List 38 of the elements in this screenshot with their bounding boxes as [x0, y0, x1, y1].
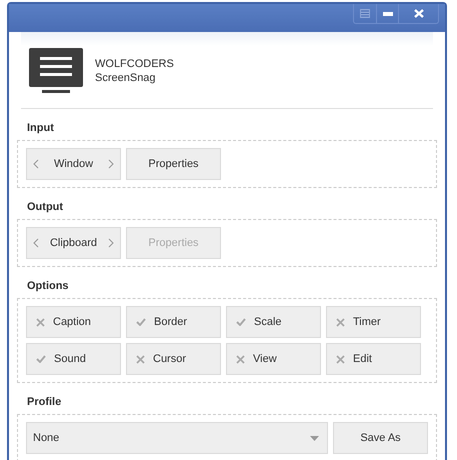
profile-dropdown[interactable]: None [26, 422, 328, 454]
option-toggle[interactable]: Scale [226, 306, 321, 338]
properties-button[interactable]: Properties [126, 148, 221, 180]
option-toggle[interactable]: View [226, 343, 321, 375]
option-toggle[interactable]: Edit [326, 343, 421, 375]
cross-icon [336, 354, 345, 364]
menu-icon [360, 9, 370, 18]
next-arrow[interactable] [108, 159, 114, 169]
section-title: Input [27, 122, 55, 135]
cross-icon [36, 318, 45, 326]
selector-value: Clipboard [50, 237, 98, 249]
cross-icon [336, 318, 345, 326]
option-toggle[interactable]: Sound [26, 343, 121, 375]
minimize-icon [382, 12, 392, 16]
section-title: Profile [27, 396, 62, 409]
save-as-button[interactable]: Save As [333, 422, 428, 454]
monitor-logo-icon [29, 48, 83, 94]
section-title: Output [27, 201, 64, 214]
cross-icon [236, 354, 245, 364]
option-toggle[interactable]: Cursor [126, 343, 221, 375]
source-selector[interactable]: Clipboard [26, 227, 121, 259]
selector-value: Window [54, 158, 94, 170]
check-icon [36, 355, 46, 363]
check-icon [236, 318, 246, 326]
option-toggle[interactable]: Timer [326, 306, 421, 338]
section-title: Options [27, 280, 70, 293]
option-toggle[interactable]: Border [126, 306, 221, 338]
dropdown-caret-icon [310, 436, 319, 440]
close-icon [414, 9, 424, 18]
source-selector[interactable]: Window [26, 148, 121, 180]
cross-icon [136, 354, 145, 364]
check-icon [136, 318, 146, 326]
company-name: WOLFCODERS [95, 57, 174, 71]
product-name: ScreenSnag [95, 71, 157, 85]
previous-arrow[interactable] [33, 159, 39, 169]
option-toggle[interactable]: Caption [26, 306, 121, 338]
next-arrow[interactable] [108, 238, 114, 248]
previous-arrow[interactable] [33, 238, 39, 248]
